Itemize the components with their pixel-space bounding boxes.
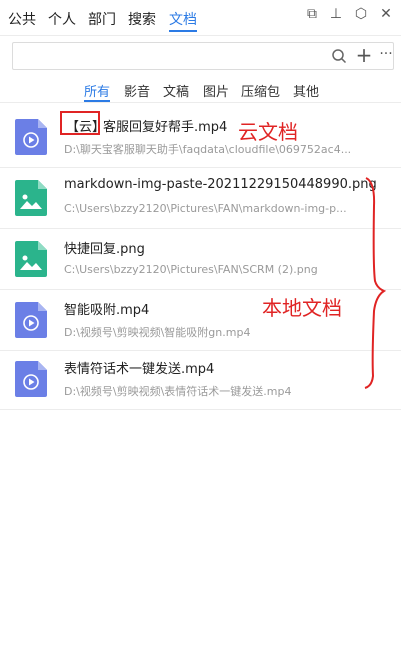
- tab-personal[interactable]: 个人: [48, 9, 76, 29]
- local-docs-annotation: 本地文档: [262, 296, 342, 320]
- file-row[interactable]: 表情符话术一键发送.mp4 D:\视频号\剪映视频\表情符话术一键发送.mp4: [0, 350, 401, 410]
- pin-icon[interactable]: ⊥: [328, 6, 344, 22]
- search-bar: + ···: [12, 42, 394, 70]
- video-file-icon: [15, 119, 47, 155]
- file-name: 智能吸附.mp4: [64, 303, 150, 318]
- video-file-icon: [15, 361, 47, 397]
- search-icon[interactable]: [331, 48, 347, 64]
- filter-all[interactable]: 所有: [84, 81, 110, 100]
- settings-icon[interactable]: ⬡: [353, 6, 369, 22]
- filter-media[interactable]: 影音: [124, 81, 150, 100]
- file-path: D:\聊天宝客服聊天助手\faqdata\cloudfile\069752ac4…: [64, 143, 352, 156]
- image-file-icon: [15, 241, 47, 277]
- close-icon[interactable]: ✕: [378, 6, 394, 22]
- file-path: D:\视频号\剪映视频\表情符话术一键发送.mp4: [64, 385, 292, 398]
- video-file-icon: [15, 302, 47, 338]
- file-row[interactable]: 快捷回复.png C:\Users\bzzy2120\Pictures\FAN\…: [0, 230, 401, 290]
- filter-archives[interactable]: 压缩包: [241, 81, 280, 100]
- filter-other[interactable]: 其他: [293, 81, 319, 100]
- top-nav: 公共 个人 部门 搜索 文档 ⧉ ⊥ ⬡ ✕: [0, 0, 401, 36]
- file-path: C:\Users\bzzy2120\Pictures\FAN\SCRM (2).…: [64, 263, 318, 276]
- cloud-docs-annotation: 云文档: [238, 120, 298, 144]
- file-path: C:\Users\bzzy2120\Pictures\FAN\markdown-…: [64, 202, 347, 215]
- file-name: markdown-img-paste-20211229150448990.png: [64, 177, 377, 192]
- tab-public[interactable]: 公共: [8, 9, 36, 29]
- active-tab-indicator: [169, 30, 197, 32]
- filter-docs[interactable]: 文稿: [163, 81, 189, 100]
- restore-icon[interactable]: ⧉: [304, 6, 320, 22]
- tab-department[interactable]: 部门: [88, 9, 116, 29]
- file-name: 客服回复好帮手.mp4: [103, 120, 228, 135]
- tab-documents[interactable]: 文档: [169, 9, 197, 29]
- tab-search[interactable]: 搜索: [128, 9, 156, 29]
- search-input[interactable]: [19, 46, 319, 66]
- image-file-icon: [15, 180, 47, 216]
- file-row[interactable]: 【云】 客服回复好帮手.mp4 D:\聊天宝客服聊天助手\faqdata\clo…: [0, 108, 401, 168]
- file-name: 快捷回复.png: [64, 242, 145, 257]
- add-icon[interactable]: +: [355, 45, 373, 65]
- filter-images[interactable]: 图片: [203, 81, 229, 100]
- file-path: D:\视频号\剪映视频\智能吸附gn.mp4: [64, 326, 251, 339]
- more-icon[interactable]: ···: [377, 47, 395, 65]
- cloud-badge: 【云】: [66, 120, 106, 135]
- file-row[interactable]: markdown-img-paste-20211229150448990.png…: [0, 169, 401, 229]
- file-name: 表情符话术一键发送.mp4: [64, 362, 215, 377]
- bracket-annotation: [364, 177, 387, 389]
- divider: [0, 102, 401, 103]
